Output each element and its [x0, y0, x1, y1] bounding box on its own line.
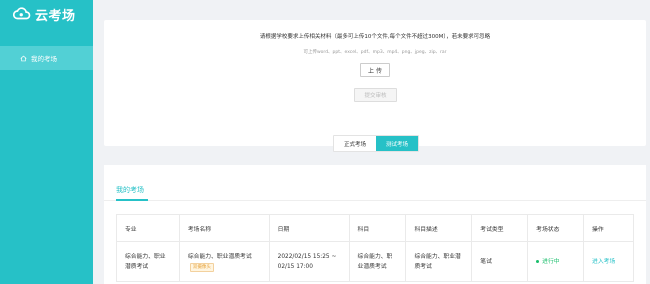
column-header: 考场状态 — [527, 214, 585, 242]
cell-status: 进行中 — [527, 241, 585, 282]
upload-card: 请根据学校要求上传相关材料（最多可上传10个文件,每个文件不超过300M），若未… — [104, 20, 646, 146]
cell-name: 综合能力、职业潜质考试双摄像头 — [178, 241, 270, 282]
divider — [104, 200, 646, 201]
table-header-row: 专业 考场名称 日期 科目 科目描述 考试类型 考场状态 操作 — [116, 214, 634, 242]
exam-tabs: 正式考场 测试考场 — [333, 135, 419, 152]
upload-tip: 请根据学校要求上传相关材料（最多可上传10个文件,每个文件不超过300M），若未… — [259, 34, 491, 40]
cell-type: 笔试 — [471, 241, 529, 282]
submit-review-button[interactable]: 提交审核 — [354, 88, 397, 102]
sidebar-item-label: 我的考场 — [31, 55, 57, 63]
enter-exam-link[interactable]: 进入考场 — [583, 241, 634, 282]
tab-formal[interactable]: 正式考场 — [334, 136, 376, 151]
column-header: 操作 — [583, 214, 634, 242]
column-header: 科目 — [348, 214, 407, 242]
cloud-logo-icon — [13, 7, 31, 20]
cell-subject: 综合能力、职业潜质考试 — [348, 241, 407, 282]
tab-test[interactable]: 测试考场 — [376, 136, 418, 151]
cell-subject-desc: 综合能力、职业潜质考试 — [405, 241, 473, 282]
cell-date: 2022/02/15 15:25 ~ 02/15 17:00 — [268, 241, 350, 282]
cell-major: 综合能力、职业潜质考试 — [116, 241, 180, 282]
logo: 云考场 — [13, 4, 76, 24]
sidebar-item-my-exams[interactable]: 我的考场 — [0, 46, 93, 70]
upload-formats: 可上传word、ppt、excel、pdf、mp3、mp4、png、jpeg、z… — [303, 50, 447, 55]
dual-camera-badge: 双摄像头 — [189, 262, 214, 272]
exam-name: 综合能力、职业潜质考试 — [187, 253, 252, 260]
column-header: 考试类型 — [471, 214, 529, 242]
status-badge: 进行中 — [542, 258, 560, 265]
table-row: 综合能力、职业潜质考试 综合能力、职业潜质考试双摄像头 2022/02/15 1… — [116, 241, 634, 282]
app-title: 云考场 — [35, 8, 76, 24]
home-icon — [20, 55, 27, 61]
sidebar: 云考场 我的考场 — [0, 0, 93, 284]
column-header: 专业 — [116, 214, 180, 242]
column-header: 日期 — [268, 214, 350, 242]
section-underline — [116, 199, 148, 201]
exam-card: 我的考场 专业 考场名称 日期 科目 科目描述 考试类型 考场状态 操作 综合能… — [104, 165, 646, 284]
column-header: 考场名称 — [178, 214, 270, 242]
section-title: 我的考场 — [116, 186, 144, 194]
column-header: 科目描述 — [405, 214, 473, 242]
upload-button[interactable]: 上 传 — [360, 63, 390, 77]
exam-table: 专业 考场名称 日期 科目 科目描述 考试类型 考场状态 操作 综合能力、职业潜… — [116, 214, 634, 282]
status-dot-icon — [536, 259, 540, 263]
